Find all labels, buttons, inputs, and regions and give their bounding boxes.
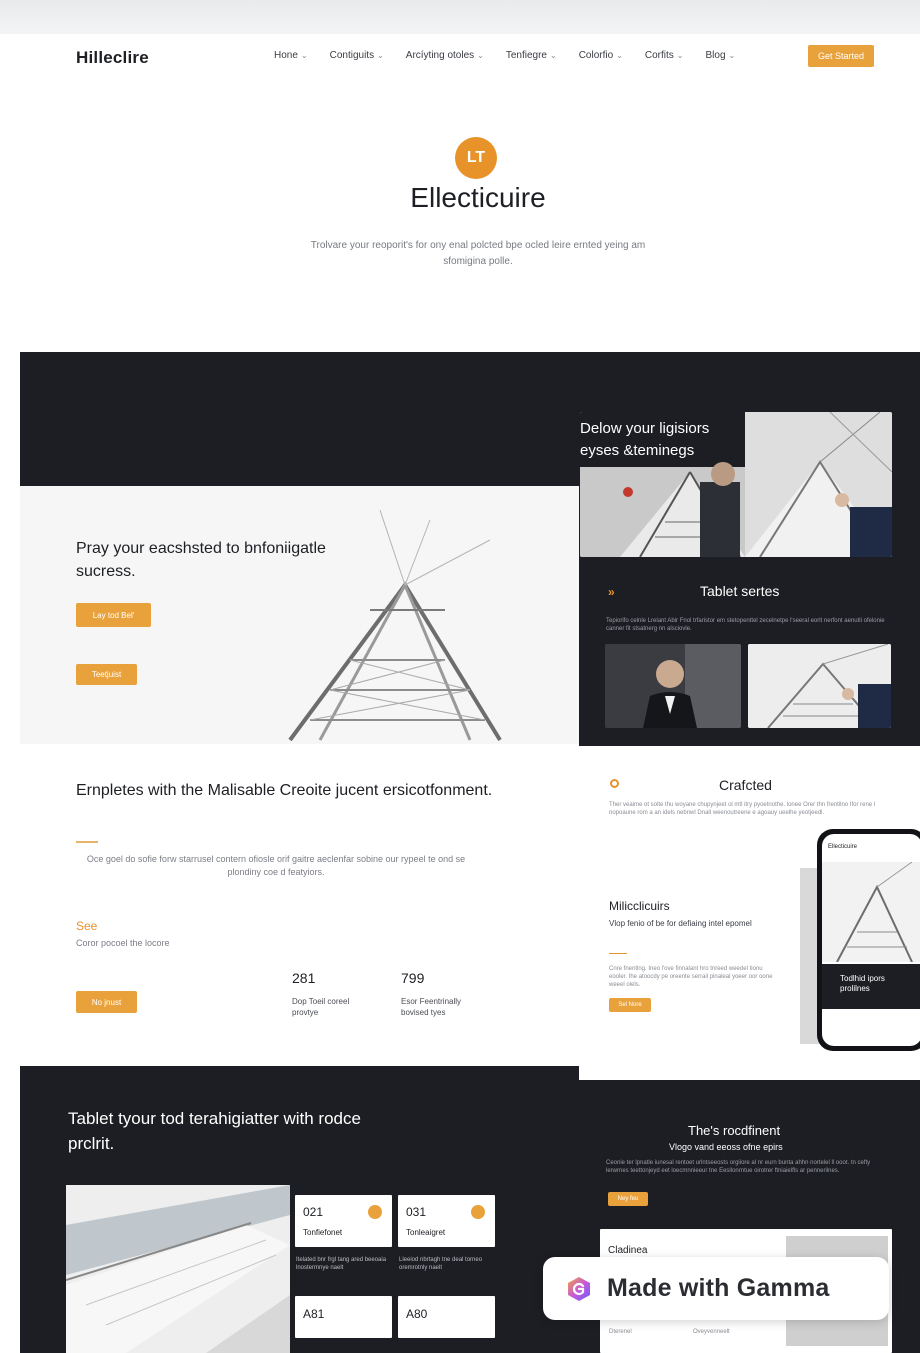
divider <box>76 841 98 843</box>
made-with-gamma-badge[interactable]: Made with Gamma <box>543 1257 889 1320</box>
learn-more-button[interactable]: Lay tod Bel' <box>76 603 151 627</box>
nav-item-templates[interactable]: Tenfiegre ⌄ <box>506 50 557 61</box>
chevron-down-icon: ⌄ <box>477 51 484 60</box>
chevron-down-icon: ⌄ <box>300 51 308 60</box>
phone-app-title: Ellecticuire <box>828 844 858 850</box>
product-subtitle: Vlop fenio of be for defiaing intel epom… <box>609 919 752 928</box>
get-started-button[interactable]: Get Started <box>808 45 874 67</box>
bottom-title: Tablet tyour tod terahigiatter with rodc… <box>68 1109 361 1153</box>
intro-title: Pray your eacshsted to bnfoniigatle sucr… <box>76 540 326 580</box>
card-text: Lleeiod nbrtagh tne deal torneo oremrotn… <box>399 1257 483 1271</box>
card-number: A80 <box>406 1307 428 1321</box>
crafted-title: Crafcted <box>719 777 772 793</box>
card-number: 021 <box>303 1205 324 1219</box>
phone-tower-image <box>822 862 920 962</box>
dot-icon <box>368 1205 382 1219</box>
chevron-right-icon: » <box>608 585 615 599</box>
chevron-down-icon: ⌄ <box>728 51 736 60</box>
stat-value: 281 <box>292 970 316 986</box>
portrait-photo <box>605 644 741 728</box>
hero-title: Ellecticuire <box>410 182 546 213</box>
nav-menu: Hone ⌄ Contiguits ⌄ Arcíyting otoles ⌄ Tenf… <box>274 50 757 61</box>
nav-item-label: Colorfio <box>578 50 614 61</box>
nav-item-label: Arcíyting otoles <box>405 50 475 61</box>
get-started-secondary-button[interactable]: Teetjuist <box>76 664 137 685</box>
gamma-logo-icon <box>568 1276 590 1301</box>
nav-item-label: Corfits <box>644 50 674 61</box>
stat-value: 799 <box>401 970 425 986</box>
result-card-title: Cladinea <box>608 1245 648 1256</box>
nav-item-label: Blog <box>705 50 726 61</box>
crafted-text: Ther veaime ot solte thu woyane chupynje… <box>609 802 876 816</box>
left-gutter <box>0 34 20 1353</box>
chevron-down-icon: ⌄ <box>377 51 384 60</box>
hands-tower-photo <box>748 644 891 728</box>
gamma-badge-text: Made with Gamma <box>607 1274 830 1302</box>
stat-card <box>295 1195 392 1247</box>
result-text: Ceonie ter lpnatle iunesal rentoet urlnt… <box>606 1160 871 1174</box>
nav-item-contents[interactable]: Contiguits ⌄ <box>330 50 384 61</box>
circle-icon <box>610 779 619 788</box>
features-text: Oce goel do sofie forw starrusel contern… <box>86 854 466 877</box>
result-card-footer: Dterenel <box>609 1329 632 1335</box>
phone-screen: Ellecticuire Todlhid ipors prolilnes <box>822 834 920 1046</box>
result-card-footer: Oveyvenneelt <box>693 1329 730 1335</box>
result-subtitle: Vlogo vand eeoss ofne epirs <box>669 1142 783 1152</box>
tablet-series-title: Tablet sertes <box>700 583 780 599</box>
chevron-down-icon: ⌄ <box>676 51 684 60</box>
result-title: The's rocdfinent <box>688 1123 781 1138</box>
card-caption: Tonleaigret <box>406 1228 446 1237</box>
chevron-down-icon: ⌄ <box>550 51 557 60</box>
phone-mockup: Ellecticuire Todlhid ipors prolilnes <box>817 829 920 1051</box>
divider <box>609 953 627 954</box>
see-label: See <box>76 919 98 933</box>
brand-badge-icon: LT <box>455 137 497 179</box>
right-hero-title: Delow your ligisiors eyses &teminegs <box>580 420 710 459</box>
browser-top-strip <box>0 0 920 34</box>
stat-card <box>398 1195 495 1247</box>
chevron-down-icon: ⌄ <box>616 51 623 60</box>
nav-item-articles[interactable]: Arcíyting otoles ⌄ <box>406 50 484 61</box>
product-text: Cnre fnentlng. Ineo l'ove finnalant hro … <box>609 966 773 988</box>
see-more-small-button[interactable]: Sel Nore <box>609 998 651 1012</box>
tower-image <box>288 509 502 742</box>
phone-feature-label: Todlhid ipors prolilnes <box>840 974 885 993</box>
nav-item-label: Hone <box>274 50 298 61</box>
dot-icon <box>471 1205 485 1219</box>
staircase-photo <box>66 1185 290 1353</box>
nav-item-home[interactable]: Hone ⌄ <box>274 50 308 61</box>
hero-subtitle: Trolvare your reoporit's for ony enal po… <box>310 240 646 267</box>
top-navigation: Hilleclire Hone ⌄ Contiguits ⌄ Arcíyting o… <box>20 34 920 80</box>
see-subtext: Coror pocoel the locore <box>76 938 170 948</box>
site-logo[interactable]: Hilleclire <box>76 48 149 68</box>
result-button[interactable]: Ney feu <box>608 1192 648 1206</box>
card-number: 031 <box>406 1205 427 1219</box>
nav-item-label: Tenfiegre <box>505 50 547 61</box>
nav-item-label: Contiguits <box>329 50 375 61</box>
see-more-button[interactable]: No jnust <box>76 991 137 1013</box>
nav-item-contacts[interactable]: Corfits ⌄ <box>645 50 684 61</box>
tablet-series-text: Tepiorifo celnle Lrelant Abir Fnol trfar… <box>606 618 885 632</box>
product-title: Milicclicuirs <box>609 899 670 913</box>
stat-caption: Esor Feentrinally bovised tyes <box>401 997 462 1017</box>
nav-item-blog[interactable]: Blog ⌄ <box>705 50 735 61</box>
stat-caption: Dop Toeil coreel provtye <box>292 997 350 1017</box>
nav-item-collection[interactable]: Colorfio ⌄ <box>579 50 623 61</box>
card-caption: Tonfiefonet <box>303 1228 343 1237</box>
card-text: Itelated bnr frgl tang ared beeoaia lnos… <box>296 1257 387 1271</box>
features-title: Ernpletes with the Malisable Creoite juc… <box>76 782 493 799</box>
card-number: A81 <box>303 1307 325 1321</box>
